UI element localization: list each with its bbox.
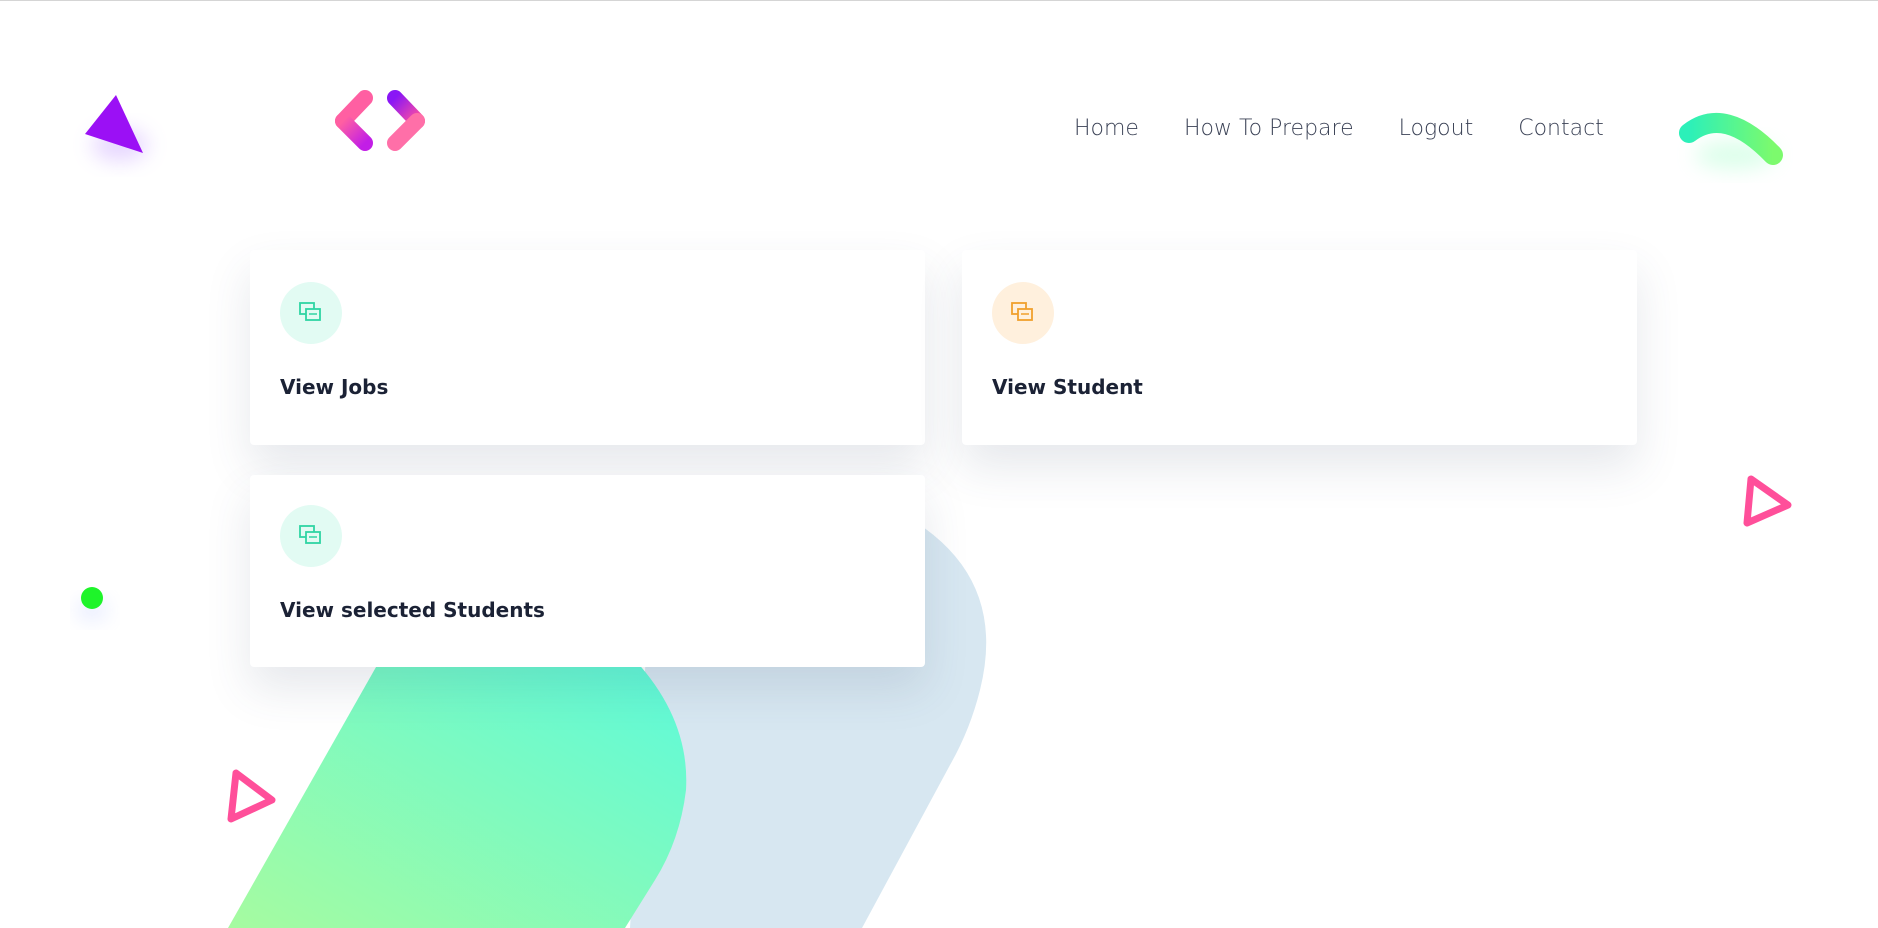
copy-icon <box>299 302 321 321</box>
view-jobs-card[interactable]: View Jobs <box>250 250 925 445</box>
copy-icon <box>1011 302 1033 321</box>
card-icon-badge <box>280 505 342 567</box>
card-icon-badge <box>992 282 1054 344</box>
nav-contact-link[interactable]: Contact <box>1518 112 1604 146</box>
pink-triangle-outline-icon <box>227 769 276 823</box>
card-title: View selected Students <box>280 598 545 622</box>
pink-triangle-outline-icon <box>1743 475 1792 527</box>
card-icon-badge <box>280 282 342 344</box>
purple-triangle-icon <box>85 95 148 161</box>
green-capsule-shape <box>228 660 687 928</box>
main-nav: Home How To Prepare Logout Contact <box>1074 112 1604 146</box>
copy-icon <box>299 525 321 544</box>
view-student-card[interactable]: View Student <box>962 250 1637 445</box>
view-selected-students-card[interactable]: View selected Students <box>250 475 925 667</box>
brand-logo[interactable] <box>332 88 428 160</box>
nav-home-link[interactable]: Home <box>1074 112 1139 146</box>
nav-how-to-prepare-link[interactable]: How To Prepare <box>1184 112 1354 146</box>
card-title: View Student <box>992 375 1143 399</box>
page: Home How To Prepare Logout Contact View … <box>0 0 1878 928</box>
green-arc-icon <box>1679 112 1783 169</box>
card-title: View Jobs <box>280 375 389 399</box>
green-dot-icon <box>76 587 108 620</box>
nav-logout-link[interactable]: Logout <box>1399 112 1474 146</box>
